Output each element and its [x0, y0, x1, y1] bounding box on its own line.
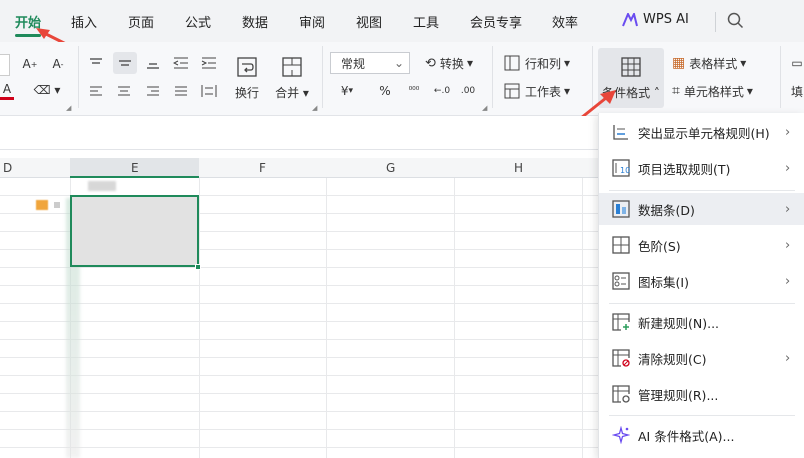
justify-icon[interactable]	[170, 80, 192, 102]
table-style-button[interactable]: ▦ 表格样式 ▾	[672, 52, 758, 74]
top-bottom-rules-icon: 10	[612, 159, 630, 177]
merge-cells-icon	[282, 56, 302, 77]
font-color-icon[interactable]: A	[0, 80, 14, 100]
chevron-right-icon: ›	[785, 350, 791, 366]
tab-member[interactable]: 会员专享	[470, 12, 522, 31]
column-header-g[interactable]: G	[386, 161, 395, 175]
tab-data[interactable]: 数据	[242, 12, 268, 31]
column-header-h[interactable]: H	[514, 161, 523, 175]
tab-formulas[interactable]: 公式	[185, 12, 211, 31]
align-right-icon[interactable]	[142, 80, 164, 102]
tab-review[interactable]: 审阅	[299, 12, 325, 31]
increase-indent-icon[interactable]	[198, 52, 220, 74]
font-size-dropdown[interactable]	[0, 54, 10, 76]
menu-item-ai-conditional-format[interactable]: AI 条件格式(A)...	[599, 419, 804, 451]
menu-item-manage-rules[interactable]: 管理规则(R)...	[599, 378, 804, 410]
chevron-down-icon: ⌄	[393, 56, 404, 70]
color-scales-icon	[612, 236, 630, 254]
currency-format-button[interactable]: ¥ ▾	[334, 80, 360, 102]
clear-rules-icon	[612, 349, 630, 367]
decrease-indent-icon[interactable]	[170, 52, 192, 74]
column-header-e[interactable]: E	[131, 161, 139, 175]
column-header-d[interactable]: D	[3, 161, 12, 175]
tab-insert[interactable]: 插入	[71, 12, 97, 31]
distributed-align-icon[interactable]	[198, 80, 220, 102]
tab-view[interactable]: 视图	[356, 12, 382, 31]
wps-ai-tab[interactable]: WPS AI	[622, 12, 689, 27]
ribbon-toolbar: A+ A- A ⌫ ▾ ◢ 换行 合并 ▾ ◢ 常规 ⌄ ⟲转换▾ ¥▾	[0, 42, 804, 124]
ai-sparkle-icon	[612, 426, 630, 444]
thousands-separator-icon[interactable]: ⁰⁰⁰	[402, 80, 426, 102]
decrease-font-icon[interactable]: A-	[48, 54, 68, 74]
blurred-content	[88, 181, 116, 191]
clear-format-icon[interactable]: ⌫ ▾	[32, 80, 62, 100]
menu-item-new-rule[interactable]: 新建规则(N)...	[599, 306, 804, 338]
fill-icon[interactable]: ▭	[790, 52, 804, 74]
convert-icon: ⟲	[425, 55, 436, 71]
search-icon[interactable]	[727, 12, 744, 29]
selected-range[interactable]	[70, 195, 199, 267]
tab-page[interactable]: 页面	[128, 12, 154, 31]
menu-item-highlight-rules[interactable]: 突出显示单元格规则(H) ›	[599, 116, 804, 148]
conditional-format-menu: 突出显示单元格规则(H) › 10 项目选取规则(T) › 数据条(D) › 色…	[598, 113, 804, 458]
svg-text:10: 10	[620, 166, 630, 175]
tab-tools[interactable]: 工具	[413, 12, 439, 31]
menu-item-color-scales[interactable]: 色阶(S) ›	[599, 229, 804, 261]
increase-decimal-icon[interactable]: ←.0	[430, 80, 454, 102]
chevron-right-icon: ›	[785, 201, 791, 217]
wrap-text-icon	[237, 56, 257, 77]
align-bottom-icon[interactable]	[142, 52, 164, 74]
blurred-content	[36, 200, 48, 210]
group-expand-icon[interactable]: ◢	[66, 104, 71, 112]
ribbon-tab-bar: 开始 插入 页面 公式 数据 审阅 视图 工具 会员专享 效率 WPS AI	[0, 0, 804, 48]
menu-item-clear-rules[interactable]: 清除规则(C) ›	[599, 342, 804, 374]
align-top-icon[interactable]	[85, 52, 107, 74]
new-rule-icon	[612, 313, 630, 331]
align-middle-icon[interactable]	[113, 52, 137, 74]
manage-rules-icon	[612, 385, 630, 403]
chevron-right-icon: ›	[785, 273, 791, 289]
convert-button[interactable]: ⟲ 转换 ▾	[418, 52, 480, 74]
wrap-text-button[interactable]: 换行	[228, 50, 266, 106]
increase-font-icon[interactable]: A +	[20, 54, 40, 74]
icon-sets-icon	[612, 272, 630, 290]
blurred-content	[54, 202, 60, 208]
cell-style-icon: ⌗	[672, 83, 680, 99]
chevron-right-icon: ›	[785, 124, 791, 140]
divider	[322, 46, 323, 108]
table-style-icon: ▦	[672, 55, 686, 71]
chevron-right-icon: ›	[785, 237, 791, 253]
merge-button[interactable]: 合并 ▾	[270, 50, 314, 106]
number-format-select[interactable]: 常规 ⌄	[330, 52, 410, 74]
worksheet-icon	[504, 83, 520, 99]
decrease-decimal-icon[interactable]: .00	[456, 80, 480, 102]
menu-separator	[609, 303, 795, 304]
rows-cols-icon	[504, 55, 520, 71]
menu-separator	[609, 190, 795, 191]
group-expand-icon[interactable]: ◢	[312, 104, 317, 112]
data-bars-icon	[612, 200, 630, 218]
menu-separator	[609, 415, 795, 416]
divider	[492, 46, 493, 108]
align-center-icon[interactable]	[113, 80, 135, 102]
group-expand-icon[interactable]: ◢	[482, 104, 487, 112]
menu-item-data-bars[interactable]: 数据条(D) ›	[599, 193, 804, 225]
tab-efficiency[interactable]: 效率	[552, 12, 578, 31]
percent-format-button[interactable]: %	[374, 80, 396, 102]
rows-cols-button[interactable]: 行和列 ▾	[504, 52, 586, 74]
cell-style-button[interactable]: ⌗ 单元格样式 ▾	[672, 80, 768, 102]
divider	[78, 46, 79, 108]
highlight-cells-icon	[613, 125, 628, 140]
chevron-right-icon: ›	[785, 160, 791, 176]
wps-ai-logo-icon	[622, 12, 638, 26]
menu-item-top-bottom-rules[interactable]: 10 项目选取规则(T) ›	[599, 152, 804, 184]
divider	[780, 46, 781, 108]
fill-button[interactable]: 填	[790, 80, 804, 102]
column-header-f[interactable]: F	[259, 161, 266, 175]
fill-handle[interactable]	[195, 264, 201, 270]
menu-item-icon-sets[interactable]: 图标集(I) ›	[599, 265, 804, 297]
align-left-icon[interactable]	[85, 80, 107, 102]
divider	[715, 12, 716, 32]
conditional-format-icon	[621, 56, 641, 77]
